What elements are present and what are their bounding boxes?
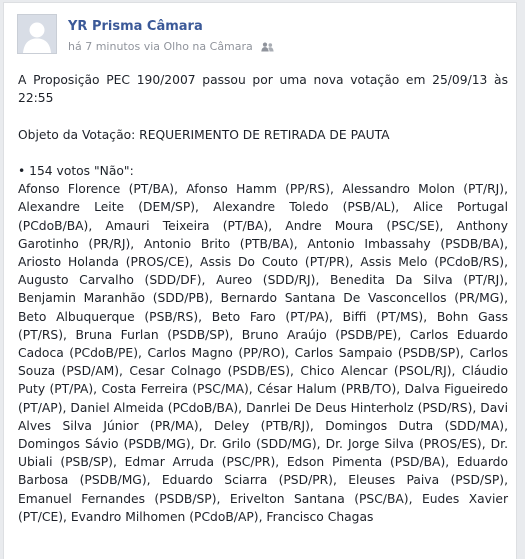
friends-icon[interactable]	[261, 42, 274, 55]
post-meta: há 7 minutos via Olho na Câmara	[68, 40, 274, 55]
post-body: A Proposição PEC 190/2007 passou por uma…	[18, 71, 508, 526]
post-via-label: via	[143, 40, 161, 53]
post-source-link[interactable]: Olho na Câmara	[164, 40, 253, 53]
vote-objective-text: Objeto da Votação: REQUERIMENTO DE RETIR…	[18, 127, 390, 142]
feed-post-card: YR Prisma Câmara há 7 minutos via Olho n…	[3, 2, 517, 559]
post-author-link[interactable]: YR Prisma Câmara	[68, 19, 203, 34]
avatar[interactable]	[17, 14, 57, 54]
votes-header: • 154 votos "Não":	[18, 163, 134, 178]
post-timestamp[interactable]: há 7 minutos	[68, 40, 140, 53]
default-profile-icon	[18, 15, 56, 53]
votes-list: Afonso Florence (PT/BA), Afonso Hamm (PP…	[18, 182, 508, 524]
post-intro-text: A Proposição PEC 190/2007 passou por uma…	[18, 73, 508, 106]
